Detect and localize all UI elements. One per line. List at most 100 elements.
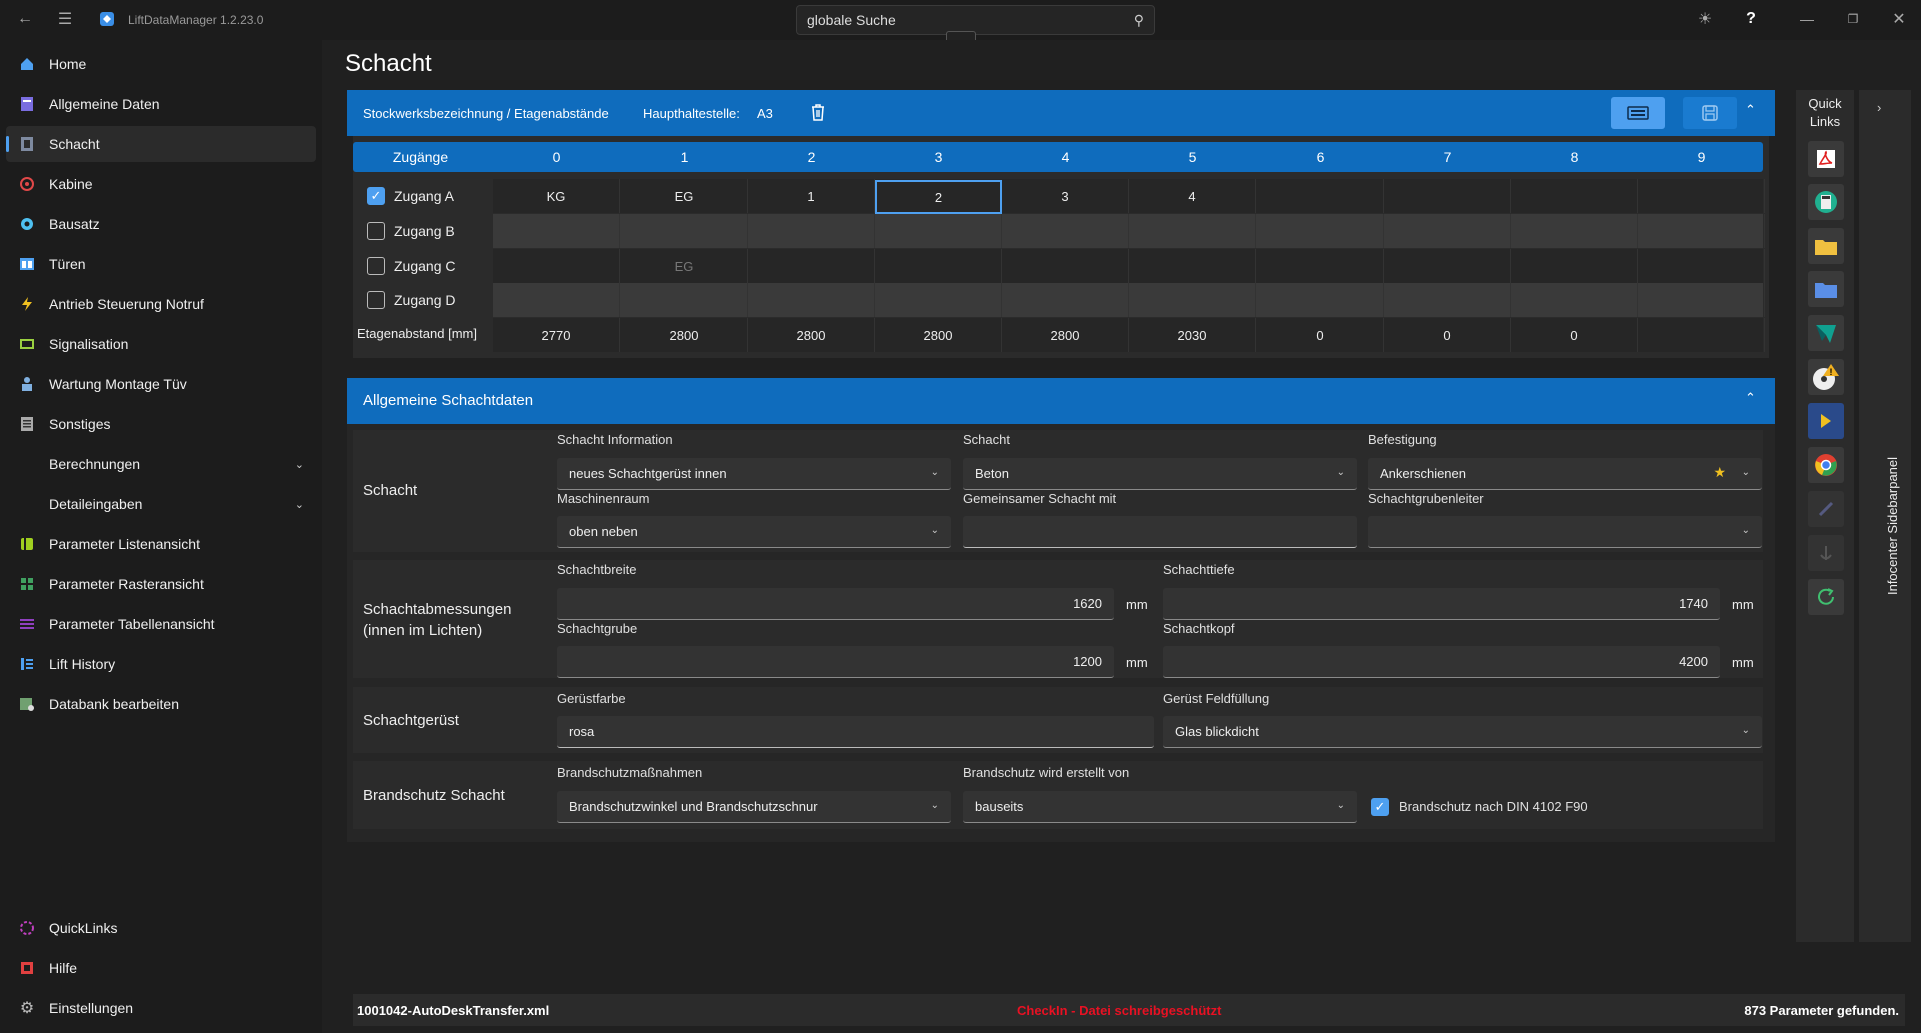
floor-cell[interactable] — [1384, 214, 1511, 248]
floor-cell[interactable] — [1511, 179, 1638, 213]
floor-cell[interactable]: 1 — [748, 179, 875, 213]
floor-cell[interactable] — [1511, 249, 1638, 283]
schacht-select[interactable]: Beton ⌄ — [963, 458, 1357, 490]
floor-cell[interactable] — [875, 283, 1002, 317]
sidebar-item-allgemeine-daten[interactable]: Allgemeine Daten — [6, 86, 316, 122]
zugang-checkbox[interactable] — [367, 222, 385, 240]
schachttiefe-input[interactable]: 1740 — [1163, 588, 1720, 620]
infocenter-sidebar[interactable]: › Infocenter Sidebarpanel — [1859, 90, 1911, 942]
folder-icon[interactable] — [1808, 228, 1844, 264]
floor-cell[interactable] — [1257, 179, 1384, 213]
floor-cell[interactable] — [1002, 249, 1129, 283]
floor-cell[interactable]: 3 — [1002, 179, 1129, 213]
close-icon[interactable]: ✕ — [1888, 8, 1910, 30]
star-icon[interactable]: ★ — [1713, 464, 1726, 481]
distance-cell[interactable]: 0 — [1257, 318, 1384, 352]
anchor-disabled-icon[interactable] — [1808, 535, 1844, 571]
sidebar-item-quicklinks[interactable]: QuickLinks — [6, 910, 316, 946]
trash-icon[interactable] — [809, 102, 827, 125]
sidebar-item-signalisation[interactable]: Signalisation — [6, 326, 316, 362]
floor-cell[interactable] — [1129, 214, 1256, 248]
brandschutz-din-checkbox[interactable]: ✓ — [1371, 798, 1389, 816]
calculator-icon[interactable] — [1808, 184, 1844, 220]
chrome-icon[interactable] — [1808, 447, 1844, 483]
theme-sun-icon[interactable]: ☀ — [1694, 8, 1716, 30]
save-button[interactable] — [1683, 97, 1737, 129]
sidebar-item-berechnungen[interactable]: Berechnungen ⌄ — [6, 446, 316, 482]
sidebar-item-detaileingaben[interactable]: Detaileingaben ⌄ — [6, 486, 316, 522]
floor-cell[interactable]: 2 — [875, 180, 1002, 214]
sidebar-item-home[interactable]: Home — [6, 46, 316, 82]
distance-cell[interactable]: 2770 — [493, 318, 620, 352]
floor-cell[interactable] — [1129, 249, 1256, 283]
hamburger-menu-icon[interactable]: ☰ — [54, 8, 76, 30]
sidebar-item-hilfe[interactable]: Hilfe — [6, 950, 316, 986]
search-icon[interactable]: ⚲ — [1134, 12, 1144, 29]
schacht-information-select[interactable]: neues Schachtgerüst innen ⌄ — [557, 458, 951, 490]
schachtbreite-input[interactable]: 1620 — [557, 588, 1114, 620]
floor-cell[interactable] — [1257, 249, 1384, 283]
befestigung-select[interactable]: Ankerschienen ★ ⌄ — [1368, 458, 1762, 490]
brandschutz-erstellt-select[interactable]: bauseits ⌄ — [963, 791, 1357, 823]
schachtkopf-input[interactable]: 4200 — [1163, 646, 1720, 678]
floor-cell[interactable] — [1002, 283, 1129, 317]
floor-cell[interactable] — [1638, 249, 1765, 283]
floor-cell[interactable] — [1511, 214, 1638, 248]
floor-cell[interactable]: EG — [621, 179, 748, 213]
floor-cell[interactable] — [1384, 283, 1511, 317]
floor-cell[interactable] — [1129, 283, 1256, 317]
chevron-down-icon[interactable]: ⌄ — [295, 458, 304, 471]
floor-cell[interactable] — [493, 249, 620, 283]
global-search-input[interactable]: globale Suche ⚲ — [796, 5, 1155, 35]
sidebar-item-tueren[interactable]: Türen — [6, 246, 316, 282]
tool-disabled-icon[interactable] — [1808, 491, 1844, 527]
sidebar-item-databank[interactable]: Databank bearbeiten — [6, 686, 316, 722]
sidebar-item-sonstiges[interactable]: Sonstiges — [6, 406, 316, 442]
vault-icon[interactable] — [1808, 315, 1844, 351]
distance-cell[interactable]: 2030 — [1129, 318, 1256, 352]
help-icon[interactable]: ? — [1740, 8, 1762, 30]
chevron-down-icon[interactable]: ⌄ — [295, 498, 304, 511]
floor-cell[interactable] — [1257, 283, 1384, 317]
floor-cell[interactable] — [493, 214, 620, 248]
disc-warning-icon[interactable]: ! — [1808, 359, 1844, 395]
floor-cell[interactable]: KG — [493, 179, 620, 213]
folder-blue-icon[interactable] — [1808, 271, 1844, 307]
distance-cell[interactable]: 2800 — [1002, 318, 1129, 352]
floor-cell[interactable] — [875, 249, 1002, 283]
floor-cell[interactable] — [1257, 214, 1384, 248]
brandschutzmassnahmen-select[interactable]: Brandschutzwinkel und Brandschutzschnur ⌄ — [557, 791, 951, 823]
sidebar-item-parameter-tabelle[interactable]: Parameter Tabellenansicht — [6, 606, 316, 642]
collapse-chevron-up-icon[interactable]: ⌃ — [1745, 102, 1756, 118]
minimize-icon[interactable]: — — [1796, 8, 1818, 30]
sidebar-item-bausatz[interactable]: Bausatz — [6, 206, 316, 242]
floor-cell[interactable]: 4 — [1129, 179, 1256, 213]
sidebar-item-antrieb[interactable]: Antrieb Steuerung Notruf — [6, 286, 316, 322]
sidebar-item-kabine[interactable]: Kabine — [6, 166, 316, 202]
distance-cell[interactable]: 2800 — [621, 318, 748, 352]
refresh-icon[interactable] — [1808, 579, 1844, 615]
chevron-right-icon[interactable]: › — [1877, 100, 1881, 115]
floor-cell[interactable] — [875, 214, 1002, 248]
maschinenraum-select[interactable]: oben neben ⌄ — [557, 516, 951, 548]
gemeinsamer-schacht-input[interactable] — [963, 516, 1357, 548]
schachtgrube-input[interactable]: 1200 — [557, 646, 1114, 678]
distance-cell[interactable]: 2800 — [748, 318, 875, 352]
distance-cell[interactable]: 0 — [1511, 318, 1638, 352]
floor-cell[interactable] — [1511, 283, 1638, 317]
distance-cell[interactable] — [1638, 318, 1765, 352]
sidebar-item-schacht[interactable]: Schacht — [6, 126, 316, 162]
floor-cell[interactable] — [748, 249, 875, 283]
floor-cell[interactable] — [1638, 214, 1765, 248]
floor-cell[interactable] — [748, 214, 875, 248]
zugang-checkbox[interactable] — [367, 291, 385, 309]
floor-cell[interactable] — [1638, 283, 1765, 317]
sidebar-item-parameter-raster[interactable]: Parameter Rasteransicht — [6, 566, 316, 602]
maximize-icon[interactable]: ❐ — [1842, 8, 1864, 30]
sidebar-item-parameter-liste[interactable]: Parameter Listenansicht — [6, 526, 316, 562]
view-toggle-button[interactable] — [1611, 97, 1665, 129]
floor-cell[interactable] — [621, 283, 748, 317]
floor-cell[interactable] — [1638, 179, 1765, 213]
sidebar-item-wartung[interactable]: Wartung Montage Tüv — [6, 366, 316, 402]
app-launcher-icon[interactable] — [1808, 403, 1844, 439]
